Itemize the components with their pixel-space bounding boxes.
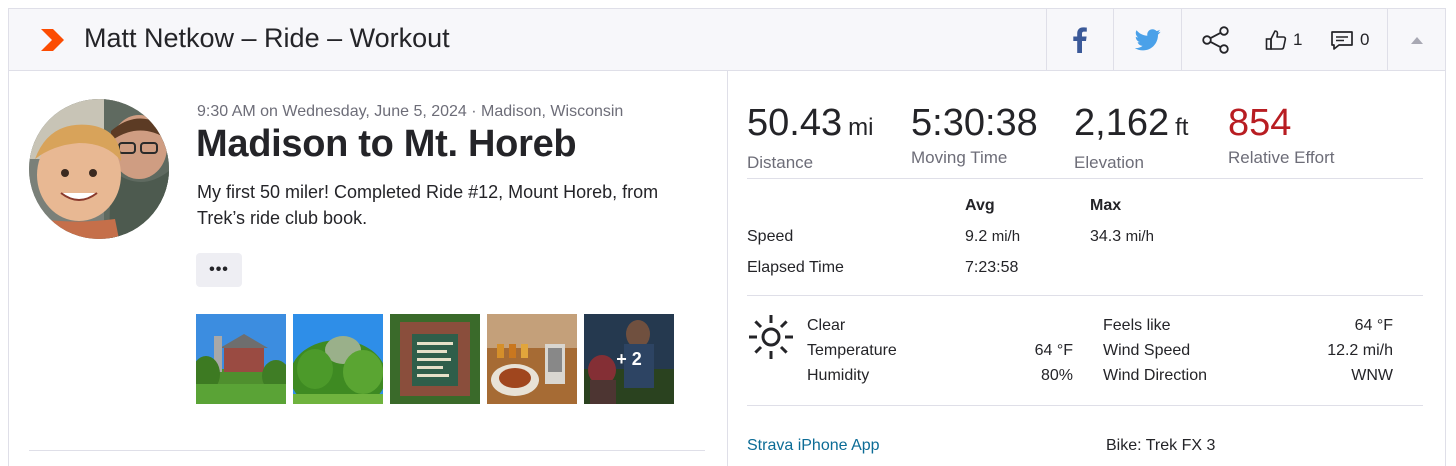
humidity-value: 80% [1040,367,1073,384]
photo-thumbnail-sign[interactable] [390,314,480,404]
stat-moving-time: 5:30:38 Moving Time [911,101,1038,168]
device-app-link[interactable]: Strava iPhone App [747,437,880,455]
elevation-unit: ft [1175,114,1189,141]
sun-icon [749,315,793,359]
speed-max: 34.3 mi/h [1090,228,1154,246]
more-actions-button[interactable]: ••• [196,253,242,287]
food-photo [487,314,577,404]
distance-label: Distance [747,153,814,172]
speed-avg: 9.2 mi/h [965,228,1020,246]
comment-count: 0 [1360,30,1370,49]
left-divider [29,450,705,451]
feels-like-label: Feels like [1103,317,1171,334]
stats-divider [747,178,1423,179]
elapsed-time-label: Elapsed Time [747,259,844,276]
activity-card: Matt Netkow – Ride – Workout 1 0 9:30 AM… [8,8,1446,466]
kudos-count: 1 [1293,30,1303,49]
distance-unit: mi [848,114,874,141]
share-facebook-button[interactable] [1046,9,1113,70]
stat-elevation: 2,162 ft Elevation [1074,101,1188,173]
distance-value: 50.43 [747,102,843,144]
strava-chevron-icon [41,29,64,51]
feels-like-value: 64 °F [1354,317,1393,334]
collapse-button[interactable] [1387,9,1445,70]
thumbs-up-icon [1265,30,1287,50]
page-title: Matt Netkow – Ride – Workout [84,23,450,53]
wind-speed-value: 12.2 mi/h [1327,342,1393,359]
speed-label: Speed [747,228,794,245]
photo-thumbnail-trees[interactable] [293,314,383,404]
triangle-up-icon [1410,36,1423,44]
avg-header: Avg [965,197,995,214]
speed-avg-value: 9.2 [965,228,988,245]
column-divider [727,71,728,466]
wind-direction-label: Wind Direction [1103,367,1208,384]
share-icon [1201,25,1229,54]
bike-info: Bike: Trek FX 3 [1106,437,1216,454]
activity-meta: 9:30 AM on Wednesday, June 5, 2024 · Mad… [197,103,624,120]
share-twitter-button[interactable] [1113,9,1181,70]
photo-thumbnail-barn[interactable] [196,314,286,404]
activity-title: Madison to Mt. Horeb [196,123,577,165]
details-divider [747,295,1423,296]
avatar-photo [29,99,169,239]
comments-button[interactable]: 0 [1330,27,1369,53]
wind-direction-value: WNW [1351,367,1393,384]
activity-header: Matt Netkow – Ride – Workout 1 0 [9,9,1445,71]
athlete-avatar[interactable] [29,99,169,239]
speed-max-value: 34.3 [1090,228,1122,245]
moving-time-label: Moving Time [911,148,1008,167]
weather-divider [747,405,1423,406]
stat-distance: 50.43 mi Distance [747,101,873,173]
temperature-label: Temperature [807,342,897,359]
moving-time-value: 5:30:38 [911,102,1038,144]
elapsed-time-value: 7:23:58 [965,259,1019,276]
elevation-label: Elevation [1074,153,1144,172]
twitter-bird-icon [1134,28,1161,50]
facebook-icon [1073,26,1087,53]
stat-relative-effort[interactable]: 854 Relative Effort [1228,101,1334,168]
trees-photo [293,314,383,404]
speed-avg-unit: mi/h [991,228,1021,245]
wind-speed-label: Wind Speed [1103,342,1191,359]
humidity-label: Humidity [807,367,870,384]
sign-photo [390,314,480,404]
comment-icon [1331,31,1353,50]
max-header: Max [1090,197,1122,214]
photo-thumbnail-food[interactable] [487,314,577,404]
photo-thumbnail-more[interactable]: + 2 [584,314,674,404]
relative-effort-value: 854 [1228,102,1292,144]
barn-photo [196,314,286,404]
temperature-value: 64 °F [1034,342,1073,359]
activity-description: My first 50 miler! Completed Ride #12, M… [197,182,659,228]
elevation-value: 2,162 [1074,102,1170,144]
share-button[interactable] [1181,9,1249,70]
kudos-button[interactable]: 1 [1265,27,1302,53]
weather-condition: Clear [807,317,846,334]
relative-effort-label: Relative Effort [1228,148,1335,167]
more-photos-count: + 2 [616,348,642,369]
speed-max-unit: mi/h [1125,228,1154,245]
